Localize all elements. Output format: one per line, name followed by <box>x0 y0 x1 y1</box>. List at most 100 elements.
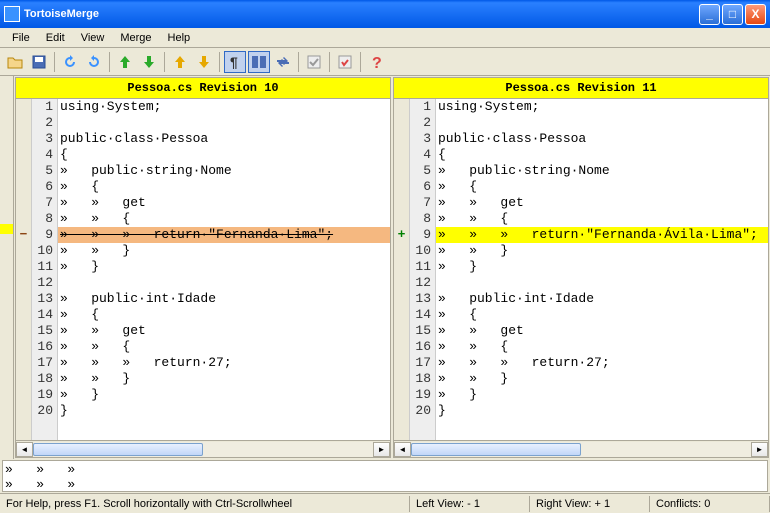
right-hscrollbar[interactable]: ◄ ► <box>394 440 768 457</box>
line-marker <box>16 387 31 403</box>
reload-button[interactable] <box>59 51 81 73</box>
code-line[interactable]: { <box>58 147 390 163</box>
code-line[interactable]: » » } <box>436 243 768 259</box>
scroll-left-icon[interactable]: ◄ <box>394 442 411 457</box>
help-button[interactable]: ? <box>365 51 387 73</box>
line-marker <box>394 323 409 339</box>
code-line[interactable] <box>58 115 390 131</box>
main-area: Pessoa.cs Revision 10 − 1234567891011121… <box>0 76 770 459</box>
switch-view-button[interactable] <box>272 51 294 73</box>
prev-diff-button[interactable] <box>114 51 136 73</box>
code-line[interactable]: » { <box>58 307 390 323</box>
mark-resolved-button[interactable] <box>303 51 325 73</box>
left-pane-header: Pessoa.cs Revision 10 <box>16 78 390 99</box>
code-line[interactable]: » public·int·Idade <box>58 291 390 307</box>
code-line[interactable]: » » » return·"Fernanda·Ávila·Lima"; <box>436 227 768 243</box>
code-line[interactable]: » » } <box>58 371 390 387</box>
two-pane-button[interactable] <box>248 51 270 73</box>
save-button[interactable] <box>28 51 50 73</box>
line-number: 10 <box>410 243 431 259</box>
code-line[interactable]: » public·int·Idade <box>436 291 768 307</box>
left-hscrollbar[interactable]: ◄ ► <box>16 440 390 457</box>
code-line[interactable]: } <box>58 403 390 419</box>
code-line[interactable]: } <box>436 403 768 419</box>
code-line[interactable]: » » { <box>58 211 390 227</box>
code-line[interactable]: » » { <box>436 211 768 227</box>
code-line[interactable]: » » get <box>436 195 768 211</box>
code-line[interactable] <box>58 275 390 291</box>
close-button[interactable]: X <box>745 4 766 25</box>
code-line[interactable]: » » get <box>58 195 390 211</box>
scroll-right-icon[interactable]: ► <box>373 442 390 457</box>
code-line[interactable] <box>436 275 768 291</box>
code-line[interactable]: » } <box>436 387 768 403</box>
code-line[interactable]: public·class·Pessoa <box>436 131 768 147</box>
gutter-diff-mark[interactable] <box>0 224 13 234</box>
added-line-marker: + <box>394 227 409 243</box>
line-number: 8 <box>410 211 431 227</box>
code-line[interactable]: » { <box>58 179 390 195</box>
line-marker <box>16 147 31 163</box>
line-marker <box>16 291 31 307</box>
right-pane-header: Pessoa.cs Revision 11 <box>394 78 768 99</box>
left-code-area[interactable]: − 1234567891011121314151617181920 using·… <box>16 99 390 440</box>
menu-edit[interactable]: Edit <box>38 30 73 46</box>
code-line[interactable]: » » » return·27; <box>58 355 390 371</box>
code-line[interactable]: » { <box>436 307 768 323</box>
overview-gutter[interactable] <box>0 76 14 459</box>
bottom-pane[interactable]: » » » » » » <box>2 460 768 492</box>
code-line[interactable]: » » get <box>58 323 390 339</box>
line-number: 9 <box>32 227 53 243</box>
show-whitespace-button[interactable]: ¶ <box>224 51 246 73</box>
menu-file[interactable]: File <box>4 30 38 46</box>
code-line[interactable]: » » { <box>436 339 768 355</box>
code-line[interactable]: { <box>436 147 768 163</box>
code-line[interactable]: » » get <box>436 323 768 339</box>
code-line[interactable]: » public·string·Nome <box>436 163 768 179</box>
code-line[interactable]: using·System; <box>436 99 768 115</box>
prev-conflict-button[interactable] <box>169 51 191 73</box>
undo-button[interactable] <box>83 51 105 73</box>
code-line[interactable]: » » } <box>436 371 768 387</box>
code-line[interactable]: using·System; <box>58 99 390 115</box>
line-number: 1 <box>410 99 431 115</box>
line-marker <box>394 195 409 211</box>
line-number: 20 <box>32 403 53 419</box>
window-title: TortoiseMerge <box>24 8 699 20</box>
code-line[interactable]: » » » return·27; <box>436 355 768 371</box>
code-line[interactable]: » } <box>436 259 768 275</box>
open-button[interactable] <box>4 51 26 73</box>
titlebar: TortoiseMerge _ □ X <box>0 0 770 28</box>
menu-merge[interactable]: Merge <box>112 30 159 46</box>
status-left-view: Left View: - 1 <box>410 496 530 512</box>
line-number: 2 <box>410 115 431 131</box>
menu-help[interactable]: Help <box>160 30 199 46</box>
code-line[interactable]: » » » return·"Fernanda·Lima"; <box>58 227 390 243</box>
line-number: 18 <box>32 371 53 387</box>
line-number: 2 <box>32 115 53 131</box>
code-line[interactable]: » } <box>58 259 390 275</box>
code-line[interactable] <box>436 115 768 131</box>
scroll-left-icon[interactable]: ◄ <box>16 442 33 457</box>
scroll-right-icon[interactable]: ► <box>751 442 768 457</box>
maximize-button[interactable]: □ <box>722 4 743 25</box>
settings-button[interactable] <box>334 51 356 73</box>
next-conflict-button[interactable] <box>193 51 215 73</box>
line-marker <box>16 307 31 323</box>
code-line[interactable]: » { <box>436 179 768 195</box>
menu-view[interactable]: View <box>73 30 113 46</box>
line-marker <box>394 163 409 179</box>
code-line[interactable]: » » { <box>58 339 390 355</box>
line-marker <box>16 163 31 179</box>
minimize-button[interactable]: _ <box>699 4 720 25</box>
left-pane: Pessoa.cs Revision 10 − 1234567891011121… <box>15 77 391 458</box>
code-line[interactable]: » public·string·Nome <box>58 163 390 179</box>
code-line[interactable]: » } <box>58 387 390 403</box>
removed-line-marker: − <box>16 227 31 243</box>
line-number: 12 <box>32 275 53 291</box>
line-number: 1 <box>32 99 53 115</box>
right-code-area[interactable]: + 1234567891011121314151617181920 using·… <box>394 99 768 440</box>
next-diff-button[interactable] <box>138 51 160 73</box>
code-line[interactable]: » » } <box>58 243 390 259</box>
code-line[interactable]: public·class·Pessoa <box>58 131 390 147</box>
